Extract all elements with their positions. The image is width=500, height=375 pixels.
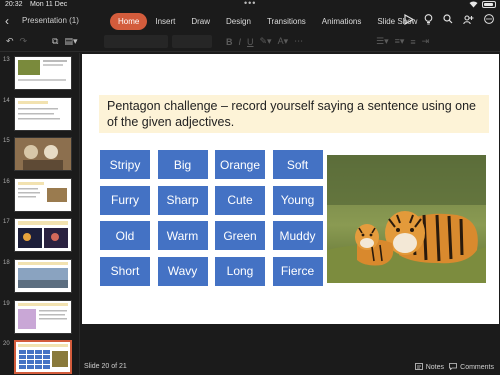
thumb-number: 19 <box>3 301 10 307</box>
date: Mon 11 Dec <box>30 1 68 8</box>
italic-icon[interactable]: I <box>239 37 242 47</box>
lightbulb-icon[interactable] <box>424 14 433 25</box>
battery-icon <box>482 1 496 8</box>
more-format-icon[interactable]: ⋯ <box>294 36 303 47</box>
adjective-box[interactable]: Furry <box>100 185 150 215</box>
wifi-icon <box>469 1 478 8</box>
comments-label: Comments <box>460 364 494 371</box>
clock: 20:32 <box>5 1 23 8</box>
ribbon-tabs: Home Insert Draw Design Transitions Anim… <box>110 13 425 30</box>
thumb-number: 15 <box>3 138 10 144</box>
multitasking-dots[interactable]: ••• <box>244 0 256 8</box>
slide-thumbnail[interactable] <box>14 300 72 334</box>
adjective-box[interactable]: Orange <box>215 150 265 179</box>
slide-thumbnail[interactable] <box>14 178 72 212</box>
indent-icon[interactable]: ⇥ <box>422 36 430 47</box>
slide-thumbnail[interactable] <box>14 56 72 90</box>
bullets-icon[interactable]: ☰▾ <box>376 36 389 47</box>
numbering-icon[interactable]: ≡▾ <box>395 36 405 47</box>
tiger-photo[interactable] <box>327 155 486 283</box>
notes-button[interactable]: Notes <box>414 363 444 372</box>
adjective-box[interactable]: Warm <box>157 221 208 250</box>
notes-label: Notes <box>425 364 444 371</box>
highlight-icon[interactable]: ✎▾ <box>260 36 272 47</box>
adjective-box[interactable]: Sharp <box>157 185 208 215</box>
font-size-box[interactable] <box>172 35 212 48</box>
slide-counter: Slide 20 of 21 <box>84 363 127 370</box>
search-icon[interactable] <box>443 14 453 25</box>
document-title[interactable]: Presentation (1) <box>22 16 79 25</box>
slide-thumbnails-pane: 13 14 15 16 17 18 19 20 <box>0 53 80 375</box>
undo-redo-group: ↶ ↷ <box>6 36 27 47</box>
slide-thumbnail[interactable] <box>14 97 72 131</box>
tab-design[interactable]: Design <box>218 13 259 30</box>
header-actions <box>404 14 494 25</box>
adjective-box[interactable]: Fierce <box>272 256 323 286</box>
adjective-box[interactable]: Short <box>100 256 150 286</box>
slide-thumbnail[interactable] <box>14 259 72 293</box>
status-indicators <box>469 1 496 8</box>
status-bar: 20:32 Mon 11 Dec ••• <box>0 0 500 10</box>
adjective-box[interactable]: Old <box>100 221 150 250</box>
adjective-grid: Stripy Big Orange Soft Furry Sharp Cute … <box>100 150 323 286</box>
slide-tools-group: ⧉ ▤▾ <box>52 36 77 47</box>
tab-animations[interactable]: Animations <box>314 13 370 30</box>
align-icon[interactable]: ≡ <box>410 37 415 47</box>
more-options-icon[interactable] <box>484 14 494 25</box>
adjective-box[interactable]: Stripy <box>100 150 150 179</box>
notes-icon <box>414 363 423 372</box>
adjective-box[interactable]: Muddy <box>272 221 323 250</box>
adjective-box[interactable]: Soft <box>272 150 323 179</box>
comments-button[interactable]: Comments <box>449 363 494 372</box>
thumb-number: 14 <box>3 98 10 104</box>
font-name-box[interactable] <box>104 35 168 48</box>
slide[interactable]: Pentagon challenge – record yourself say… <box>82 54 499 324</box>
slide-canvas: Pentagon challenge – record yourself say… <box>80 53 500 360</box>
play-icon[interactable] <box>404 14 414 25</box>
tab-home[interactable]: Home <box>110 13 148 30</box>
slide-thumbnail[interactable] <box>14 218 72 252</box>
font-color-icon[interactable]: A▾ <box>278 36 289 47</box>
adjective-box[interactable]: Green <box>215 221 265 250</box>
comment-icon <box>449 363 458 372</box>
thumb-number: 16 <box>3 179 10 185</box>
slide-thumbnail[interactable] <box>14 137 72 171</box>
home-toolbar: ↶ ↷ ⧉ ▤▾ B I U ✎▾ A▾ ⋯ ☰▾ ≡▾ ≡ ⇥ <box>0 32 500 52</box>
tab-insert[interactable]: Insert <box>147 13 183 30</box>
back-chevron-icon[interactable]: ‹ <box>5 14 9 28</box>
layout-icon[interactable]: ▤▾ <box>64 36 77 47</box>
adjective-box[interactable]: Young <box>272 185 323 215</box>
adjective-box[interactable]: Big <box>157 150 208 179</box>
thumb-number: 13 <box>3 57 10 63</box>
slide-title[interactable]: Pentagon challenge – record yourself say… <box>99 95 489 133</box>
new-slide-icon[interactable]: ⧉ <box>52 36 58 47</box>
undo-icon[interactable]: ↶ <box>6 36 14 47</box>
adjective-box[interactable]: Wavy <box>157 256 208 286</box>
bottom-status-bar: Slide 20 of 21 Notes Comments <box>80 360 500 375</box>
underline-icon[interactable]: U <box>247 37 254 47</box>
tab-draw[interactable]: Draw <box>183 13 218 30</box>
thumb-number: 20 <box>3 341 10 347</box>
redo-icon[interactable]: ↷ <box>20 36 28 47</box>
thumb-number: 18 <box>3 260 10 266</box>
thumb-number: 17 <box>3 219 10 225</box>
bold-icon[interactable]: B <box>226 37 233 47</box>
ribbon-tab-row: ‹ Presentation (1) Home Insert Draw Desi… <box>0 11 500 31</box>
adjective-box[interactable]: Cute <box>215 185 265 215</box>
text-format-group: B I U ✎▾ A▾ ⋯ <box>226 36 303 47</box>
adjective-box[interactable]: Long <box>215 256 265 286</box>
share-icon[interactable] <box>463 14 474 25</box>
tab-transitions[interactable]: Transitions <box>259 13 314 30</box>
paragraph-group: ☰▾ ≡▾ ≡ ⇥ <box>376 36 429 47</box>
slide-thumbnail-active[interactable] <box>14 340 72 374</box>
